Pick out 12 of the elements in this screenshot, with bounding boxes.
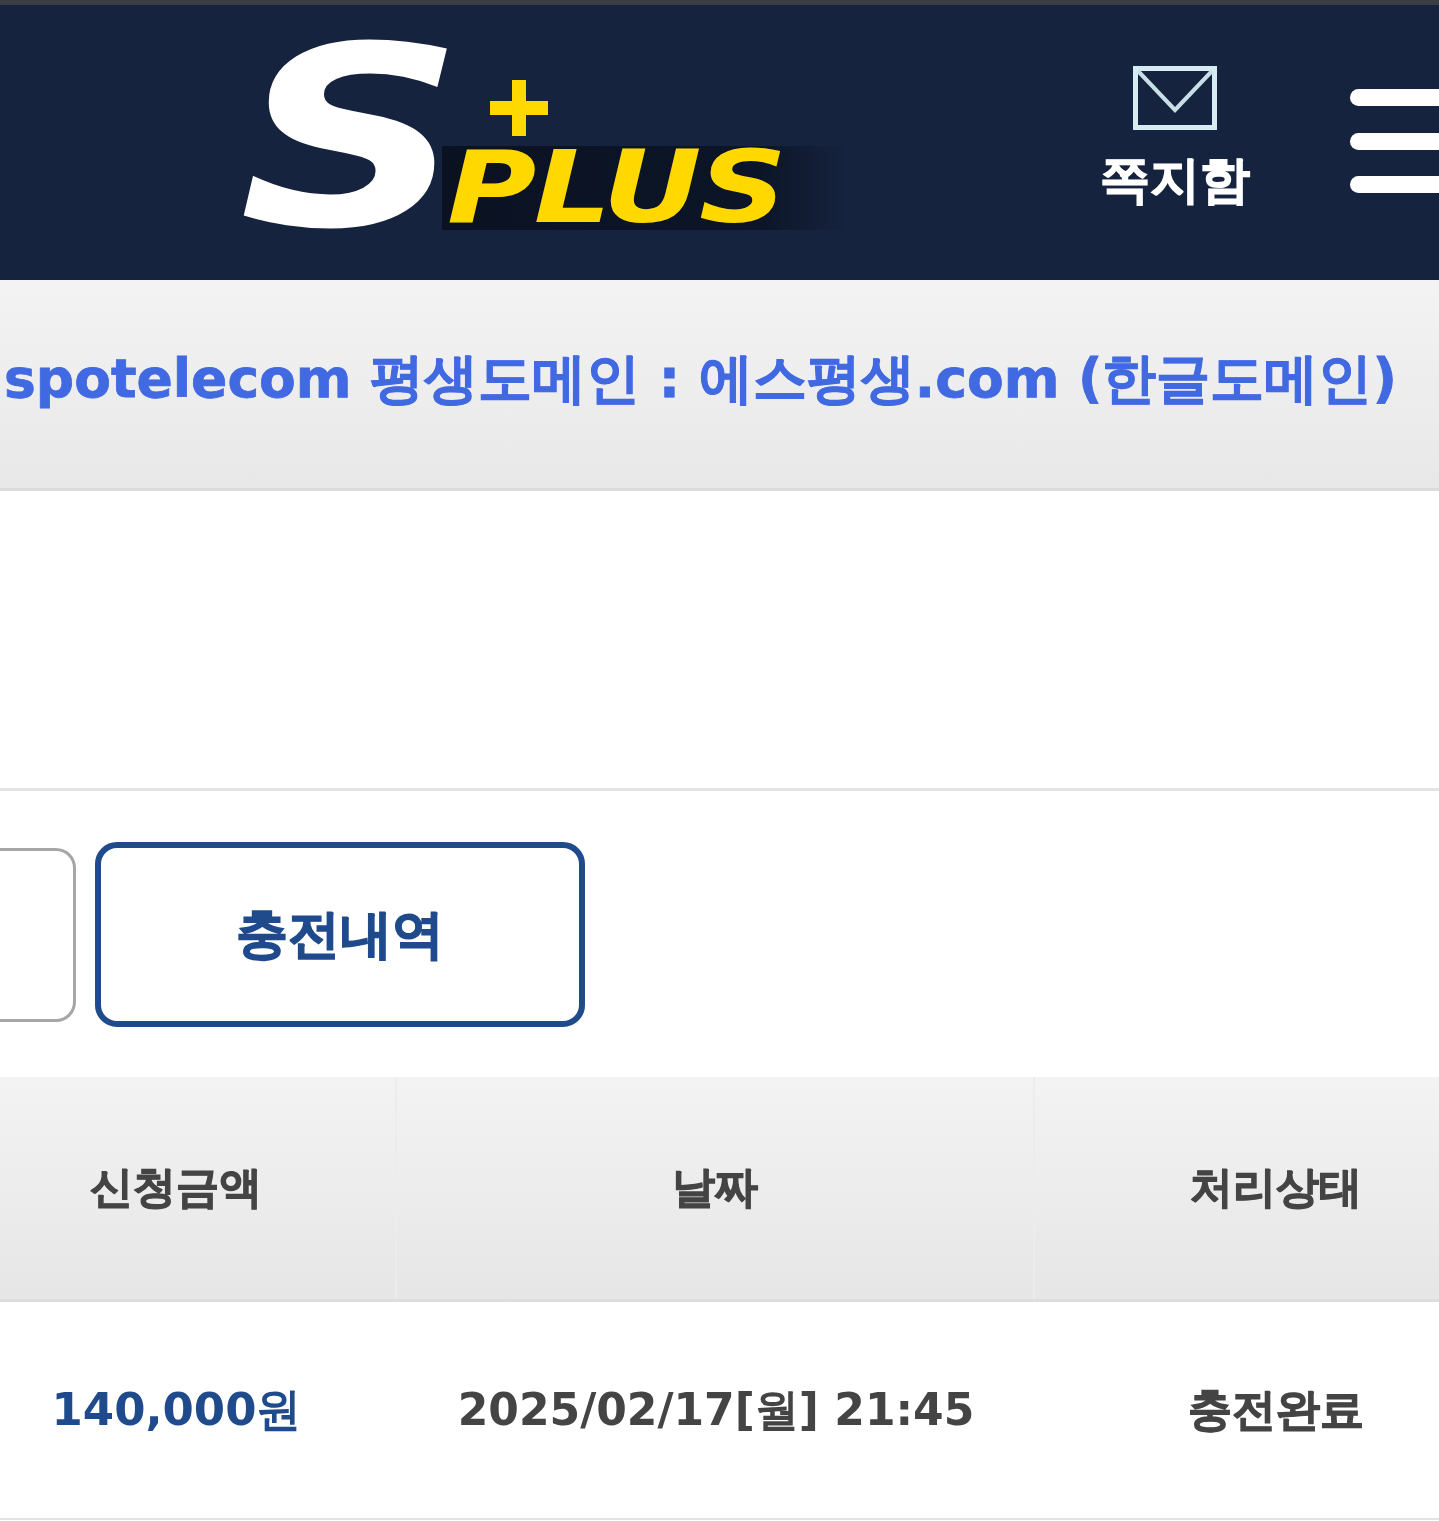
notice-text: spotelecom 평생도메인 : 에스평생.com (한글도메인) [4, 347, 1397, 411]
menu-icon[interactable] [1350, 89, 1439, 193]
table-cell-text: 충전완료 [1187, 1382, 1365, 1437]
envelope-icon [1133, 66, 1217, 130]
table-cell-text: 2025/02/17[월] 21:45 [456, 1382, 976, 1437]
table-cell-text: 140,000원 [50, 1382, 303, 1438]
tab[interactable]: 충전내역 [95, 842, 585, 1027]
mailbox-button[interactable]: 쪽지함 [1100, 66, 1250, 208]
column-header: 처리상태 [1189, 1161, 1363, 1214]
column-header: 날짜 [397, 1077, 1035, 1299]
column-header: 신청금액 [0, 1077, 397, 1299]
plus-icon [490, 80, 548, 136]
